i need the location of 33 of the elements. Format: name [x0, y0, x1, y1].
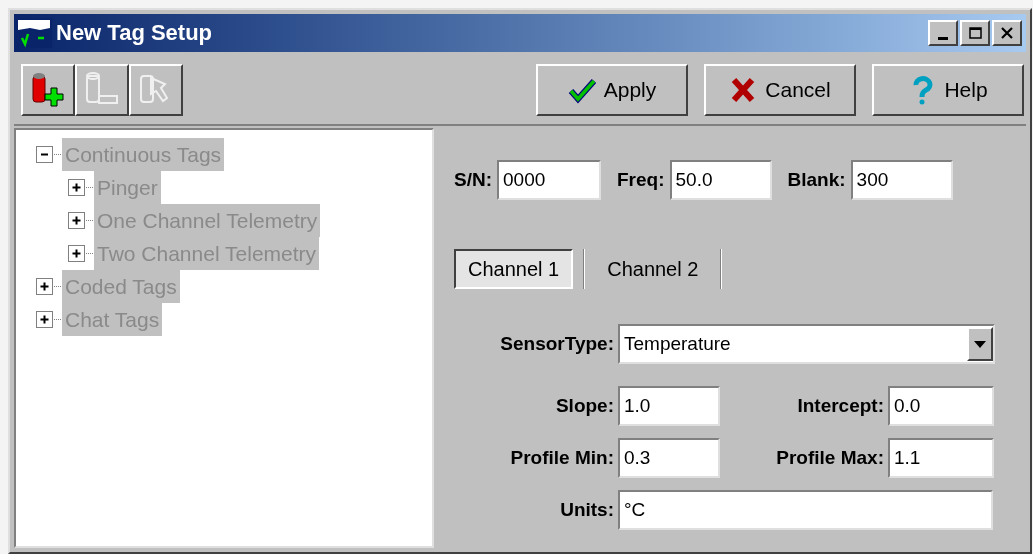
input-field[interactable]: 0.3 [618, 438, 720, 478]
field-label: S/N: [454, 167, 492, 192]
input-field[interactable]: 0.0 [888, 386, 994, 426]
maximize-icon [966, 25, 984, 41]
field-label: Blank: [787, 167, 846, 192]
window-title: New Tag Setup [56, 22, 213, 44]
tab[interactable]: Channel 2 [595, 249, 711, 289]
sensor-type-dropdown[interactable]: Temperature [618, 324, 995, 364]
maximize-button[interactable] [960, 20, 990, 46]
help-button[interactable]: Help [872, 64, 1024, 116]
input-field[interactable]: 1.1 [888, 438, 994, 478]
tab[interactable]: Channel 1 [454, 249, 574, 289]
input-field[interactable]: 50.0 [669, 160, 772, 200]
apply-button[interactable]: Apply [536, 64, 688, 116]
field-label: Slope: [554, 393, 614, 418]
input-field[interactable]: °C [618, 490, 993, 530]
field-label: SensorType: [499, 331, 614, 356]
close-button[interactable] [992, 20, 1022, 46]
app-icon [16, 18, 52, 48]
toolbar-button[interactable] [21, 64, 75, 116]
input-field[interactable]: 0000 [497, 160, 601, 200]
minimize-icon [938, 36, 948, 40]
canister-add-icon [29, 70, 67, 110]
field-label: Profile Max: [775, 445, 884, 470]
close-icon [998, 25, 1016, 41]
cancel-button[interactable]: Cancel [704, 64, 856, 116]
field-label: Units: [559, 497, 614, 522]
minimize-button[interactable] [928, 20, 958, 46]
field-label: Profile Min: [509, 445, 614, 470]
field-label: Intercept: [796, 393, 884, 418]
input-field[interactable]: 300 [850, 160, 953, 200]
input-field[interactable]: 1.0 [618, 386, 720, 426]
field-label: Freq: [617, 167, 665, 192]
